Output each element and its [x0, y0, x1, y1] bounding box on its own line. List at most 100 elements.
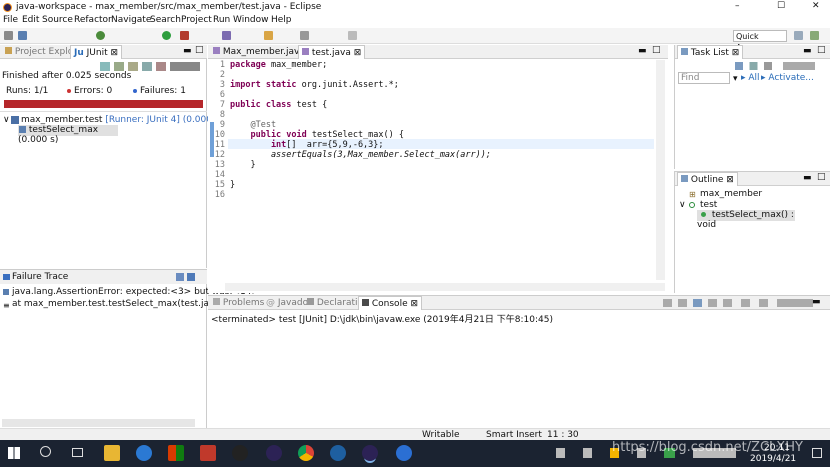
- compare-result-icon[interactable]: [187, 273, 195, 281]
- browser-icon[interactable]: [330, 445, 346, 461]
- open-type-icon[interactable]: [264, 31, 273, 40]
- maximize-view-icon[interactable]: □: [195, 45, 204, 55]
- office-icon[interactable]: [168, 445, 184, 461]
- line-number: 14: [214, 170, 225, 180]
- search-icon[interactable]: [300, 31, 309, 40]
- task-list-view: Task List ⊠ ▬ □ Find ▾ ▸ All ▸ Activate.…: [674, 45, 830, 169]
- line-number: 8: [219, 110, 225, 120]
- failure-trace-icon: [3, 274, 10, 280]
- new-task-icon[interactable]: [735, 62, 815, 70]
- code-line: assertEquals(3,Max_member.Select_max(arr…: [230, 150, 491, 160]
- menu-bar: File Edit Source Refactor Navigate Searc…: [0, 14, 830, 28]
- outline-item-class[interactable]: test: [700, 200, 717, 210]
- eclipse-icon[interactable]: [266, 445, 282, 461]
- menu-window[interactable]: Window: [233, 15, 269, 25]
- line-number: 9: [219, 120, 225, 130]
- menu-navigate[interactable]: Navigate: [111, 15, 151, 25]
- editor-horizontal-scrollbar[interactable]: [225, 283, 665, 291]
- line-number: 1: [219, 60, 225, 70]
- filter-trace-icon[interactable]: [176, 273, 184, 281]
- tab-outline[interactable]: Outline ⊠: [677, 172, 738, 186]
- console-view: Problems @ Javadoc Declaration Console ⊠…: [208, 295, 830, 428]
- menu-run[interactable]: Run: [213, 15, 230, 25]
- line-number: 16: [214, 190, 225, 200]
- run-icon[interactable]: [162, 31, 171, 40]
- tab-max-member-java[interactable]: Max_member.java: [210, 45, 308, 59]
- close-button[interactable]: ✕: [812, 1, 820, 11]
- qq-icon[interactable]: [232, 445, 248, 461]
- tab-task-list[interactable]: Task List ⊠: [677, 45, 744, 59]
- minimize-button[interactable]: –: [735, 1, 740, 11]
- outline-icon: [681, 175, 688, 182]
- line-number: 6: [219, 90, 225, 100]
- notification-icon[interactable]: [812, 448, 822, 458]
- minimize-view-icon[interactable]: ▬: [812, 297, 821, 307]
- minimize-view-icon[interactable]: ▬: [183, 46, 192, 56]
- minimize-view-icon[interactable]: ▬: [803, 173, 812, 183]
- outline-item-package[interactable]: max_member: [700, 189, 762, 199]
- file-explorer-icon[interactable]: [104, 445, 120, 461]
- outline-collapse-icon[interactable]: ∨: [679, 200, 686, 210]
- java-perspective-icon[interactable]: [794, 31, 803, 40]
- failure-trace-title: Failure Trace: [12, 272, 69, 282]
- line-number: 13: [214, 160, 225, 170]
- minimize-view-icon[interactable]: ▬: [803, 46, 812, 56]
- menu-search[interactable]: Search: [150, 15, 181, 25]
- problems-icon: [213, 298, 220, 305]
- status-bar: Writable Smart Insert 11 : 30: [0, 428, 830, 440]
- sogou-browser-icon[interactable]: [136, 445, 152, 461]
- code-editor[interactable]: 1 package max_member; 2 3 import static …: [0, 60, 668, 210]
- tab-console[interactable]: Console ⊠: [358, 296, 423, 310]
- failure-trace-line-2[interactable]: at max_member.test.testSelect_max(test.j…: [12, 299, 238, 309]
- tab-problems[interactable]: Problems: [210, 296, 267, 310]
- minimize-editor-icon[interactable]: ▬: [638, 46, 647, 56]
- line-number: 10: [214, 130, 225, 140]
- code-line: }: [230, 180, 236, 190]
- new-icon[interactable]: [4, 31, 13, 40]
- console-toolbar[interactable]: [663, 299, 813, 307]
- eclipse-active-icon[interactable]: [362, 445, 378, 461]
- code-line: public void testSelect_max() {: [230, 130, 404, 140]
- all-filter-link[interactable]: ▸ All: [741, 73, 760, 83]
- tab-junit[interactable]: Ju JUnit ⊠: [70, 45, 123, 59]
- find-input[interactable]: Find: [678, 72, 730, 84]
- menu-edit[interactable]: Edit: [22, 15, 39, 25]
- new-java-project-icon[interactable]: [222, 31, 231, 40]
- back-icon[interactable]: [348, 31, 357, 40]
- maximize-view-icon[interactable]: □: [817, 45, 826, 55]
- outline-item-method[interactable]: testSelect_max() : void: [697, 210, 795, 230]
- debug-icon[interactable]: [96, 31, 105, 40]
- windows-start-icon[interactable]: [8, 447, 20, 459]
- task-view-icon[interactable]: [72, 448, 83, 457]
- tab-test-java[interactable]: test.java ⊠: [298, 45, 366, 59]
- editor-vertical-scrollbar[interactable]: [656, 60, 665, 280]
- wps-icon[interactable]: [396, 445, 412, 461]
- chrome-icon[interactable]: [298, 445, 314, 461]
- save-icon[interactable]: [18, 31, 27, 40]
- package-icon: ⊞: [689, 190, 696, 199]
- horizontal-scrollbar[interactable]: [2, 419, 195, 427]
- maximize-button[interactable]: ☐: [777, 1, 785, 11]
- activate-link[interactable]: ▸ Activate...: [761, 73, 814, 83]
- menu-help[interactable]: Help: [271, 15, 292, 25]
- failure-trace-view: Failure Trace java.lang.AssertionError: …: [0, 269, 259, 439]
- menu-file[interactable]: File: [3, 15, 18, 25]
- debug-perspective-icon[interactable]: [810, 31, 819, 40]
- external-tools-icon[interactable]: [180, 31, 189, 40]
- menu-refactor[interactable]: Refactor: [74, 15, 112, 25]
- quick-access-field[interactable]: Quick Access: [733, 30, 787, 52]
- package-explorer-icon: [5, 47, 12, 54]
- line-number: 11: [214, 140, 225, 150]
- line-number: 7: [219, 100, 225, 110]
- maximize-editor-icon[interactable]: □: [652, 45, 661, 55]
- code-line: }: [230, 160, 256, 170]
- code-line: package max_member;: [230, 60, 328, 70]
- clock-date[interactable]: 2019/4/21: [750, 454, 796, 464]
- menu-project[interactable]: Project: [181, 15, 212, 25]
- menu-source[interactable]: Source: [42, 15, 73, 25]
- app-icon[interactable]: [200, 445, 216, 461]
- find-dropdown-icon[interactable]: ▾: [733, 74, 738, 84]
- search-icon[interactable]: [40, 446, 51, 457]
- outline-view: Outline ⊠ ▬ □ ⊞ max_member ∨ test testSe…: [674, 171, 830, 293]
- maximize-view-icon[interactable]: □: [817, 172, 826, 182]
